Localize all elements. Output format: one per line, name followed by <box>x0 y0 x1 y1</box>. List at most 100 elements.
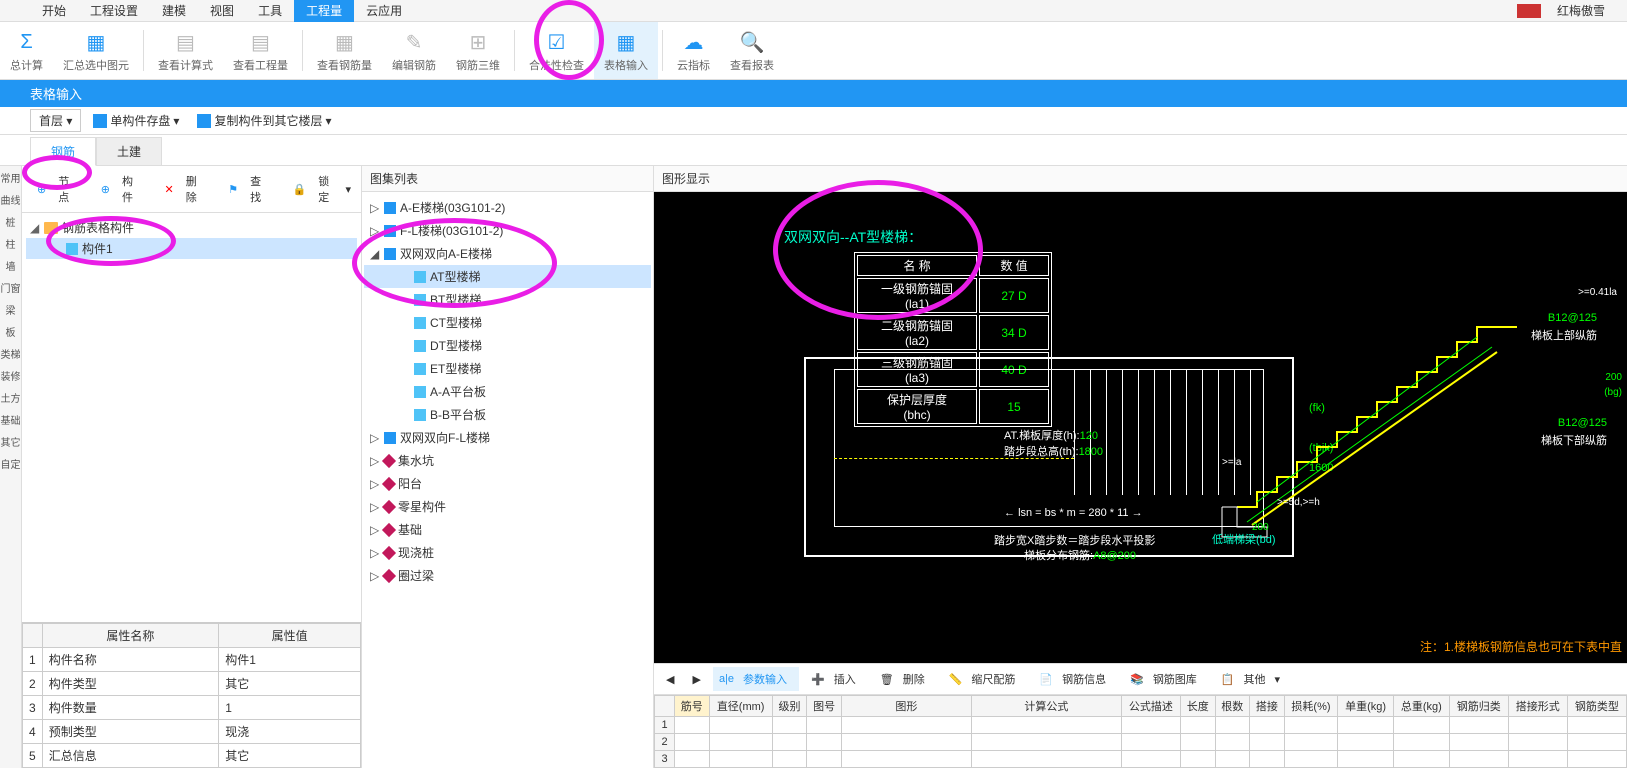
atlas-node[interactable]: ET型楼梯 <box>364 357 651 380</box>
side-beam[interactable]: 梁 <box>0 298 21 320</box>
col-header[interactable]: 图形 <box>841 696 971 717</box>
col-header[interactable]: 搭接 <box>1250 696 1285 717</box>
col-header[interactable]: 单重(kg) <box>1338 696 1394 717</box>
floor-selector[interactable]: 首层 ▾ <box>30 109 81 132</box>
view-rebar-button[interactable]: ▦查看钢筋量 <box>307 22 382 79</box>
tree-root[interactable]: ◢ 钢筋表格构件 <box>26 217 357 238</box>
atlas-node[interactable]: CT型楼梯 <box>364 311 651 334</box>
menu-quantity[interactable]: 工程量 <box>294 0 354 22</box>
col-header[interactable]: 筋号 <box>675 696 710 717</box>
col-header[interactable]: 级别 <box>772 696 807 717</box>
scale-button[interactable]: 📏 缩尺配筋 <box>943 667 1028 691</box>
side-wall[interactable]: 墙 <box>0 254 21 276</box>
col-header[interactable]: 总重(kg) <box>1393 696 1449 717</box>
view-quantity-button[interactable]: ▤查看工程量 <box>223 22 298 79</box>
menu-project[interactable]: 工程设置 <box>78 0 150 22</box>
tab-rebar[interactable]: 钢筋 <box>30 137 96 166</box>
view-report-button[interactable]: 🔍查看报表 <box>720 22 784 79</box>
rebar-lib-button[interactable]: 📚 钢筋图库 <box>1124 667 1209 691</box>
atlas-node[interactable]: AT型楼梯 <box>364 265 651 288</box>
col-header[interactable]: 钢筋归类 <box>1449 696 1508 717</box>
side-foundation[interactable]: 基础 <box>0 408 21 430</box>
other-button[interactable]: 📋 其他 ▾ <box>1215 667 1286 691</box>
table-row[interactable]: 1 <box>655 717 1627 734</box>
side-column[interactable]: 柱 <box>0 232 21 254</box>
col-header[interactable]: 直径(mm) <box>709 696 772 717</box>
prop-row[interactable]: 2构件类型其它 <box>23 672 361 696</box>
edit-rebar-button[interactable]: ✎编辑钢筋 <box>382 22 446 79</box>
atlas-node[interactable]: ▷双网双向F-L楼梯 <box>364 426 651 449</box>
col-header[interactable]: 公式描述 <box>1121 696 1180 717</box>
tree-child[interactable]: 构件1 <box>26 238 357 259</box>
side-pile[interactable]: 桩 <box>0 210 21 232</box>
atlas-label: ET型楼梯 <box>430 360 481 377</box>
side-door[interactable]: 门窗 <box>0 276 21 298</box>
delete-button[interactable]: ✕删除 <box>154 169 216 209</box>
side-stair[interactable]: 类梯 <box>0 342 21 364</box>
atlas-node[interactable]: ▷集水坑 <box>364 449 651 472</box>
table-row[interactable]: 3 <box>655 751 1627 768</box>
col-header[interactable]: 钢筋类型 <box>1567 696 1626 717</box>
prop-row[interactable]: 4预制类型现浇 <box>23 720 361 744</box>
prop-row[interactable]: 5汇总信息其它 <box>23 744 361 768</box>
delete-rebar-button[interactable]: 🗑 删除 <box>874 667 937 691</box>
col-header[interactable]: 计算公式 <box>971 696 1121 717</box>
col-header[interactable]: 图号 <box>807 696 842 717</box>
atlas-node[interactable]: ◢双网双向A-E楼梯 <box>364 242 651 265</box>
node-button[interactable]: ⊕节点 <box>27 169 89 209</box>
atlas-node[interactable]: BT型楼梯 <box>364 288 651 311</box>
atlas-label: 零星构件 <box>398 498 446 515</box>
left-panel: ⊕节点 ⊕构件 ✕删除 ⚑查找 🔒锁定 ▾ ◢ 钢筋表格构件 构件1 属性名称属… <box>22 166 362 768</box>
find-button[interactable]: ⚑查找 <box>218 169 280 209</box>
col-header[interactable]: 根数 <box>1215 696 1250 717</box>
side-common[interactable]: 常用 <box>0 166 21 188</box>
save-component-button[interactable]: 单构件存盘 ▾ <box>87 110 185 131</box>
col-header[interactable]: 长度 <box>1180 696 1215 717</box>
nav-left-button[interactable]: ◀ <box>660 671 680 688</box>
calc-total-button[interactable]: Σ总计算 <box>0 22 53 79</box>
menu-view[interactable]: 视图 <box>198 0 246 22</box>
insert-button[interactable]: ➕ 插入 <box>805 667 868 691</box>
summary-selected-button[interactable]: ▦汇总选中图元 <box>53 22 139 79</box>
col-header[interactable]: 损耗(%) <box>1284 696 1338 717</box>
side-curve[interactable]: 曲线 <box>0 188 21 210</box>
atlas-label: 阳台 <box>398 475 422 492</box>
table-row[interactable]: 2 <box>655 734 1627 751</box>
side-custom[interactable]: 自定 <box>0 452 21 474</box>
menu-start[interactable]: 开始 <box>30 0 78 22</box>
atlas-node[interactable]: ▷基础 <box>364 518 651 541</box>
diagram-area[interactable]: 双网双向--AT型楼梯： 名 称数 值 一级钢筋锚固(la1)27 D 二级钢筋… <box>654 192 1627 663</box>
validate-button[interactable]: ☑合法性检查 <box>519 22 594 79</box>
nav-right-button[interactable]: ▶ <box>686 671 706 688</box>
view-formula-button[interactable]: ▤查看计算式 <box>148 22 223 79</box>
atlas-node[interactable]: ▷阳台 <box>364 472 651 495</box>
user-badge[interactable]: 红梅傲雪 <box>1517 0 1617 22</box>
prop-row[interactable]: 3构件数量1 <box>23 696 361 720</box>
component-button[interactable]: ⊕构件 <box>91 169 153 209</box>
param-input-button[interactable]: a|e 参数输入 <box>713 667 799 691</box>
menu-tools[interactable]: 工具 <box>246 0 294 22</box>
rebar-3d-button[interactable]: ⊞钢筋三维 <box>446 22 510 79</box>
atlas-node[interactable]: A-A平台板 <box>364 380 651 403</box>
side-slab[interactable]: 板 <box>0 320 21 342</box>
atlas-node[interactable]: ▷现浇桩 <box>364 541 651 564</box>
table-input-button[interactable]: ▦表格输入 <box>594 22 658 79</box>
tab-civil[interactable]: 土建 <box>96 137 162 165</box>
atlas-node[interactable]: ▷零星构件 <box>364 495 651 518</box>
atlas-node[interactable]: ▷A-E楼梯(03G101-2) <box>364 196 651 219</box>
copy-component-button[interactable]: 复制构件到其它楼层 ▾ <box>191 110 337 131</box>
cloud-index-button[interactable]: ☁云指标 <box>667 22 720 79</box>
lock-button[interactable]: 🔒锁定 ▾ <box>283 169 356 209</box>
menu-model[interactable]: 建模 <box>150 0 198 22</box>
side-finish[interactable]: 装修 <box>0 364 21 386</box>
prop-row[interactable]: 1构件名称构件1 <box>23 648 361 672</box>
atlas-node[interactable]: ▷F-L楼梯(03G101-2) <box>364 219 651 242</box>
side-earth[interactable]: 土方 <box>0 386 21 408</box>
col-header[interactable]: 搭接形式 <box>1508 696 1567 717</box>
atlas-node[interactable]: ▷圈过梁 <box>364 564 651 587</box>
side-other[interactable]: 其它 <box>0 430 21 452</box>
menu-cloud[interactable]: 云应用 <box>354 0 414 22</box>
atlas-node[interactable]: B-B平台板 <box>364 403 651 426</box>
atlas-node[interactable]: DT型楼梯 <box>364 334 651 357</box>
rebar-info-button[interactable]: 📄 钢筋信息 <box>1033 667 1118 691</box>
